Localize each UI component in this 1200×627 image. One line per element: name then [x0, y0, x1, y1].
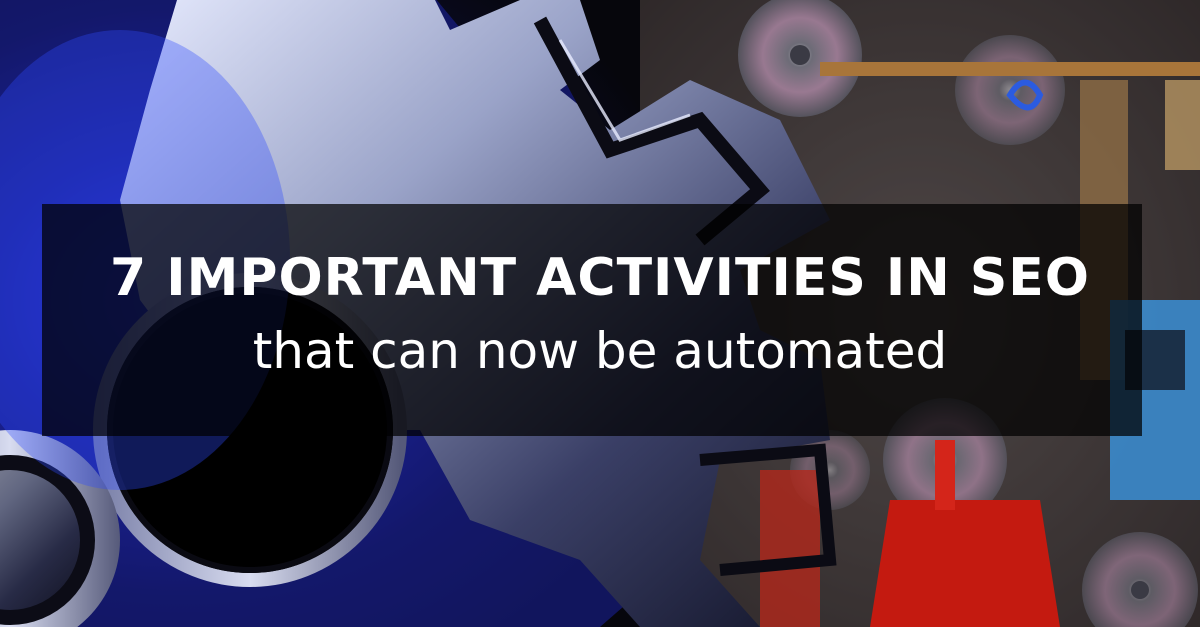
- hero-image: 7 IMPORTANT ACTIVITIES IN SEO that can n…: [0, 0, 1200, 627]
- headline: 7 IMPORTANT ACTIVITIES IN SEO: [109, 248, 1091, 308]
- dustpan-decoration: [870, 500, 1060, 627]
- text-banner: [42, 204, 1142, 436]
- subheadline: that can now be automated: [252, 322, 948, 380]
- ruler-decoration: [820, 62, 1200, 76]
